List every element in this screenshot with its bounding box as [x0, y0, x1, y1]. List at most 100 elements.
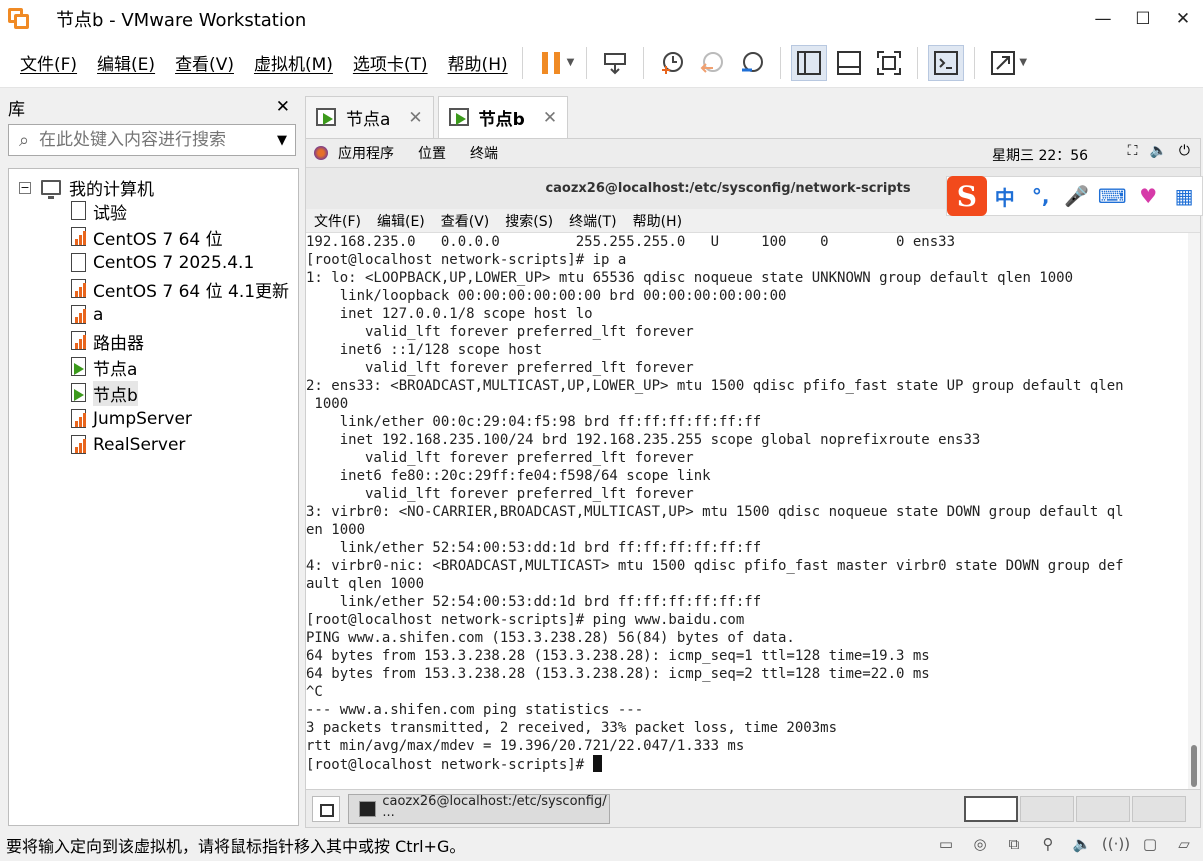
- library-close-icon[interactable]: ✕: [276, 97, 290, 117]
- minimize-button[interactable]: —: [1083, 0, 1123, 38]
- library-search[interactable]: ⌕ ▼: [8, 124, 296, 156]
- menu-file[interactable]: 文件(F): [20, 50, 77, 75]
- message-log-icon[interactable]: ▱: [1171, 832, 1197, 856]
- menu-edit[interactable]: 编辑(E): [97, 50, 155, 75]
- taskbar-item-label: caozx26@localhost:/etc/sysconfig/···: [382, 794, 607, 824]
- vm-suspended-icon: [69, 435, 87, 455]
- console-view-button[interactable]: [928, 44, 965, 81]
- usb-icon[interactable]: ⚲: [1035, 832, 1061, 856]
- show-desktop-button[interactable]: [312, 796, 340, 822]
- terminal-line: valid_lft forever preferred_lft forever: [306, 324, 694, 340]
- keyboard-send-icon: [604, 52, 627, 74]
- terminal-menu-view[interactable]: 查看(V): [441, 211, 490, 231]
- power-icon[interactable]: ⏻: [1179, 143, 1190, 159]
- terminal-scrollbar[interactable]: [1188, 233, 1200, 789]
- ime-toolbar: S 中 °, 🎤 ⌨ ♥ ▦: [946, 176, 1203, 216]
- terminal-line: [root@localhost network-scripts]# ping w…: [306, 612, 745, 628]
- tab-close-icon[interactable]: ✕: [408, 108, 422, 128]
- wireless-icon[interactable]: ((·)): [1102, 832, 1130, 856]
- close-button[interactable]: ✕: [1163, 0, 1203, 38]
- toolbox-icon[interactable]: ▦: [1166, 184, 1202, 208]
- microphone-icon[interactable]: 🎤: [1059, 184, 1095, 208]
- tree-item-realserver[interactable]: RealServer: [69, 433, 185, 457]
- maximize-button[interactable]: ☐: [1123, 0, 1163, 38]
- tab-node-b[interactable]: 节点b ✕: [437, 96, 569, 138]
- tab-node-a[interactable]: 节点a ✕: [305, 96, 434, 138]
- gnome-menu-applications[interactable]: 应用程序: [338, 143, 394, 163]
- tree-item-node-a[interactable]: 节点a: [69, 355, 137, 380]
- tree-item-a[interactable]: a: [69, 303, 103, 327]
- network-icon[interactable]: ⛶: [1128, 143, 1138, 159]
- tree-item-label: 路由器: [93, 333, 144, 354]
- sound-card-icon[interactable]: 🔈: [1069, 832, 1095, 856]
- workspace-4[interactable]: [1132, 796, 1186, 822]
- menu-vm[interactable]: 虚拟机(M): [254, 50, 333, 75]
- tree-item-jumpserver[interactable]: JumpServer: [69, 407, 192, 431]
- tree-root-my-computer[interactable]: − 我的计算机: [19, 175, 154, 200]
- vm-suspended-icon: [69, 305, 87, 325]
- menu-tabs[interactable]: 选项卡(T): [353, 50, 428, 75]
- terminal-line: 64 bytes from 153.3.238.28 (153.3.238.28…: [306, 648, 930, 664]
- gnome-menu-places[interactable]: 位置: [418, 143, 446, 163]
- tree-item-label: RealServer: [93, 435, 186, 455]
- terminal-menu-help[interactable]: 帮助(H): [633, 211, 682, 231]
- tree-root-label: 我的计算机: [69, 180, 154, 200]
- collapse-icon[interactable]: −: [19, 181, 31, 194]
- revert-snapshot-button[interactable]: [694, 45, 730, 81]
- tree-item-node-b[interactable]: 节点b: [69, 380, 138, 406]
- send-ctrl-alt-del-button[interactable]: [597, 45, 633, 81]
- tree-item-centos-64[interactable]: CentOS 7 64 位: [69, 225, 223, 250]
- network-adapter-icon[interactable]: ⧉: [1001, 832, 1027, 856]
- skin-icon[interactable]: ♥: [1130, 184, 1166, 208]
- gnome-clock[interactable]: 星期三 22：56: [992, 145, 1088, 165]
- terminal-menu-terminal[interactable]: 终端(T): [569, 211, 616, 231]
- volume-icon[interactable]: 🔈: [1149, 143, 1166, 159]
- take-snapshot-button[interactable]: [654, 45, 690, 81]
- workspace-3[interactable]: [1076, 796, 1130, 822]
- tree-item-试验[interactable]: 试验: [69, 199, 127, 224]
- search-dropdown-icon[interactable]: ▼: [269, 133, 295, 148]
- terminal-line: valid_lft forever preferred_lft forever: [306, 450, 694, 466]
- tab-close-icon[interactable]: ✕: [543, 108, 557, 128]
- stretch-button[interactable]: [985, 45, 1021, 81]
- ime-punctuation-toggle[interactable]: °,: [1023, 184, 1059, 208]
- terminal-line: PING www.a.shifen.com (153.3.238.28) 56(…: [306, 630, 795, 646]
- snapshot-manager-button[interactable]: [734, 45, 770, 81]
- vm-tabs: 节点a ✕ 节点b ✕: [305, 96, 572, 138]
- thumbnail-bar-button[interactable]: [831, 45, 867, 81]
- menu-toolbar: 文件(F) 编辑(E) 查看(V) 虚拟机(M) 选项卡(T) 帮助(H) ▼ …: [0, 38, 1203, 88]
- show-library-button[interactable]: [791, 44, 828, 81]
- terminal-line: 1: lo: <LOOPBACK,UP,LOWER_UP> mtu 65536 …: [306, 270, 1074, 286]
- display-icon[interactable]: ▢: [1137, 832, 1163, 856]
- fullscreen-button[interactable]: [871, 45, 907, 81]
- search-input[interactable]: [39, 130, 269, 150]
- library-title: 库: [8, 99, 25, 120]
- cd-dvd-icon[interactable]: ◎: [967, 832, 993, 856]
- workspace-1[interactable]: [964, 796, 1018, 822]
- vm-console[interactable]: 应用程序 位置 终端 星期三 22：56 ⛶ 🔈 ⏻ caozx26@local…: [305, 138, 1201, 790]
- scrollbar-thumb[interactable]: [1191, 745, 1197, 787]
- tree-item-centos-2025[interactable]: CentOS 7 2025.4.1: [69, 251, 254, 275]
- menu-help[interactable]: 帮助(H): [448, 50, 508, 75]
- tree-item-router[interactable]: 路由器: [69, 329, 144, 354]
- ime-chinese-toggle[interactable]: 中: [987, 182, 1023, 211]
- terminal-cursor: [592, 755, 602, 772]
- tree-item-label: CentOS 7 2025.4.1: [93, 253, 255, 273]
- vm-running-icon: [448, 107, 471, 128]
- terminal-output[interactable]: 192.168.235.0 0.0.0.0 255.255.255.0 U 10…: [306, 233, 1190, 789]
- keyboard-icon[interactable]: ⌨: [1094, 184, 1130, 208]
- gnome-menu-terminal[interactable]: 终端: [470, 143, 498, 163]
- pause-button[interactable]: [533, 45, 569, 81]
- hard-disk-icon[interactable]: ▭: [933, 832, 959, 856]
- menu-view[interactable]: 查看(V): [175, 50, 234, 75]
- tree-item-label: CentOS 7 64 位 4.1更新: [93, 281, 290, 302]
- terminal-menu-edit[interactable]: 编辑(E): [377, 211, 425, 231]
- terminal-menu-search[interactable]: 搜索(S): [505, 211, 553, 231]
- terminal-line: inet 127.0.0.1/8 scope host lo: [306, 306, 593, 322]
- workspace-2[interactable]: [1020, 796, 1074, 822]
- terminal-menu-file[interactable]: 文件(F): [314, 211, 361, 231]
- terminal-line: 192.168.235.0 0.0.0.0 255.255.255.0 U 10…: [306, 234, 956, 250]
- sogou-logo-icon[interactable]: S: [947, 176, 987, 216]
- taskbar-terminal-item[interactable]: caozx26@localhost:/etc/sysconfig/···: [348, 794, 610, 824]
- tree-item-centos-4-1[interactable]: CentOS 7 64 位 4.1更新: [69, 277, 290, 302]
